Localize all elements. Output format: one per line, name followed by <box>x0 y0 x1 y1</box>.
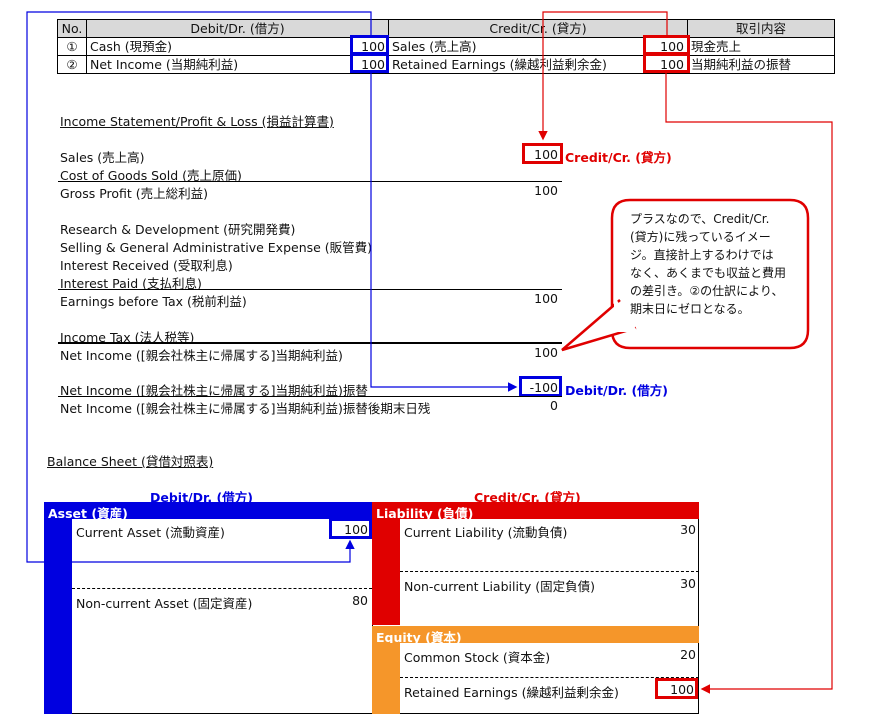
credit-account: Sales (売上高) <box>388 37 651 56</box>
retained-earnings-label: Retained Earnings (繰越利益剰余金) <box>404 685 619 700</box>
sga-label: Selling & General Administrative Expense… <box>60 240 373 255</box>
common-stock-value: 20 <box>680 647 696 662</box>
noncurrent-asset-label: Non-current Asset (固定資産) <box>76 596 253 611</box>
net-income-end-value: 0 <box>550 398 558 413</box>
current-asset-label: Current Asset (流動資産) <box>76 525 225 540</box>
blue-connector-net-income <box>370 73 518 392</box>
header-debit: Debit/Dr. (借方) <box>86 19 389 38</box>
subtotal-rule <box>58 181 562 182</box>
current-liability-label: Current Liability (流動負債) <box>404 525 568 540</box>
sales-label: Sales (売上高) <box>60 150 145 165</box>
callout-text: プラスなので、Credit/Cr. (貸方)に残っているイメー ジ。直接計上する… <box>630 212 787 316</box>
ebt-value: 100 <box>534 291 558 306</box>
gross-profit-label: Gross Profit (売上総利益) <box>60 186 209 201</box>
noncurrent-liability-label: Non-current Liability (固定負債) <box>404 579 595 594</box>
subtotal-rule <box>58 396 562 397</box>
journal-header-row: No. Debit/Dr. (借方) Credit/Cr. (貸方) 取引内容 <box>57 19 835 38</box>
journal-row: ② Net Income (当期純利益) 100 Retained Earnin… <box>57 55 835 74</box>
current-asset-highlight-box <box>329 518 372 539</box>
row-number: ② <box>57 55 87 74</box>
gross-profit-value: 100 <box>534 183 558 198</box>
transaction-description: 当期純利益の振替 <box>687 55 835 74</box>
interest-received-label: Interest Received (受取利息) <box>60 258 233 273</box>
liability-divider <box>400 571 699 572</box>
ebt-label: Earnings before Tax (税前利益) <box>60 294 247 309</box>
subtotal-rule <box>58 289 562 290</box>
sales-side-label: Credit/Cr. (貸方) <box>565 150 672 165</box>
journal-table: No. Debit/Dr. (借方) Credit/Cr. (貸方) 取引内容 … <box>57 19 835 74</box>
rd-label: Research & Development (研究開発費) <box>60 222 296 237</box>
asset-side-bar <box>44 519 72 714</box>
debit-account: Cash (現預金) <box>86 37 352 56</box>
asset-divider <box>72 588 372 589</box>
journal-row: ① Cash (現預金) 100 Sales (売上高) 100 現金売上 <box>57 37 835 56</box>
transaction-description: 現金売上 <box>687 37 835 56</box>
net-income-label: Net Income ([親会社株主に帰属する]当期純利益) <box>60 348 343 363</box>
current-liability-value: 30 <box>680 522 696 537</box>
total-rule <box>58 342 562 344</box>
net-income-end-label: Net Income ([親会社株主に帰属する]当期純利益)振替後期末日残 <box>60 401 431 416</box>
equity-side-bar <box>372 643 400 714</box>
transfer-highlight-box <box>519 376 562 397</box>
noncurrent-asset-value: 80 <box>352 593 368 608</box>
retained-earnings-highlight-box <box>655 678 698 699</box>
debit-account: Net Income (当期純利益) <box>86 55 352 74</box>
row-number: ① <box>57 37 87 56</box>
debit-highlight-box <box>350 35 389 55</box>
liability-side-bar <box>372 519 400 625</box>
net-income-value: 100 <box>534 345 558 360</box>
header-no: No. <box>57 19 87 38</box>
noncurrent-liability-value: 30 <box>680 576 696 591</box>
common-stock-label: Common Stock (資本金) <box>404 650 551 665</box>
credit-account: Retained Earnings (繰越利益剰余金) <box>388 55 651 74</box>
sales-highlight-box <box>522 143 563 164</box>
transfer-side-label: Debit/Dr. (借方) <box>565 383 668 398</box>
credit-highlight-box <box>643 53 690 73</box>
debit-highlight-box <box>350 53 389 73</box>
balance-sheet-title: Balance Sheet (貸借対照表) <box>47 454 214 469</box>
credit-highlight-box <box>643 35 690 55</box>
income-statement-title: Income Statement/Profit & Loss (損益計算書) <box>60 114 334 129</box>
header-description: 取引内容 <box>687 19 835 38</box>
